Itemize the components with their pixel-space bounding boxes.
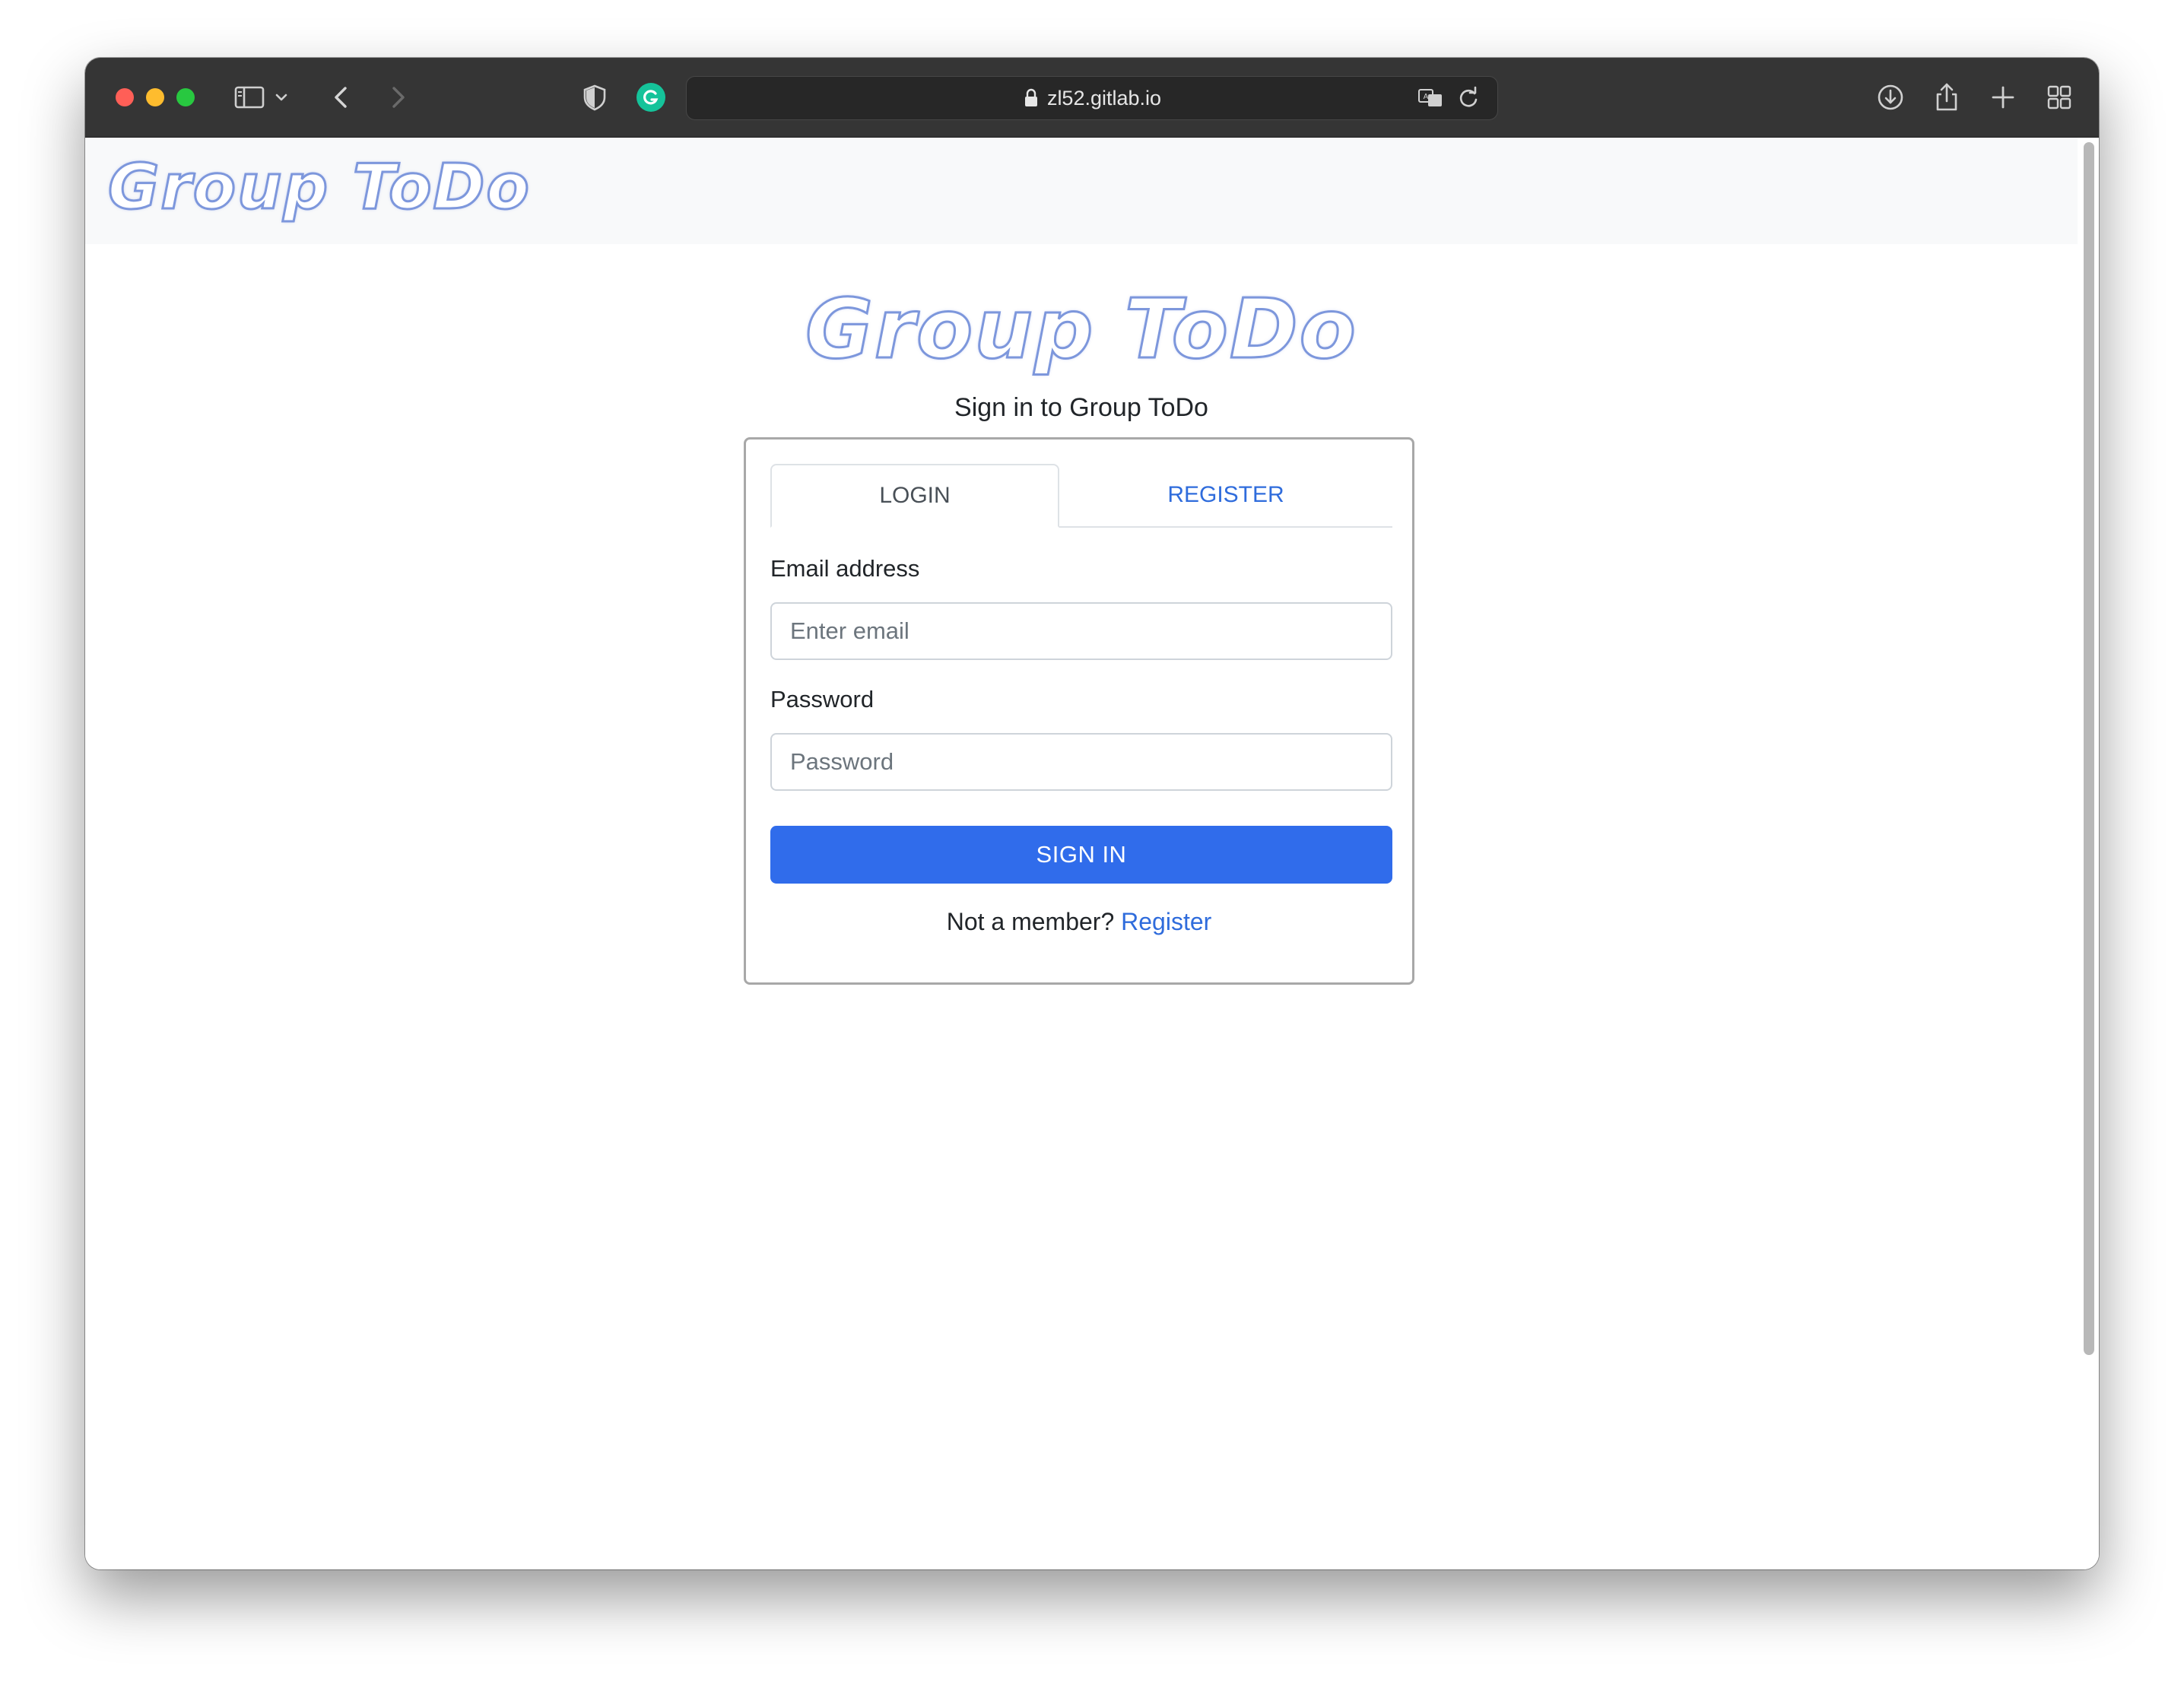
sidebar-icon[interactable] (233, 81, 266, 114)
download-icon[interactable] (1874, 81, 1907, 114)
auth-tabs: LOGIN REGISTER (770, 464, 1392, 528)
password-label: Password (770, 686, 875, 712)
reload-icon[interactable] (1455, 84, 1482, 112)
translate-icon[interactable]: A (1417, 84, 1444, 112)
grammarly-icon[interactable] (634, 81, 668, 114)
email-field[interactable] (770, 602, 1392, 660)
scrollbar-thumb[interactable] (2084, 142, 2094, 1355)
tab-overview-icon[interactable] (2043, 81, 2076, 114)
navbar: Group ToDo (85, 138, 2078, 244)
tab-login[interactable]: LOGIN (770, 464, 1059, 528)
zoom-window-button[interactable] (176, 88, 195, 106)
tab-register[interactable]: REGISTER (1059, 464, 1392, 526)
register-prompt: Not a member? Register (746, 908, 1412, 936)
back-icon[interactable] (325, 81, 359, 114)
shield-icon[interactable] (578, 81, 611, 114)
forward-icon[interactable] (380, 81, 414, 114)
scrollbar[interactable] (2078, 138, 2099, 1569)
browser-window: zl52.gitlab.io A Group ToDo Group ToDo S… (85, 58, 2099, 1569)
sign-in-button[interactable]: SIGN IN (770, 826, 1392, 884)
page-viewport: Group ToDo Group ToDo Sign in to Group T… (85, 138, 2099, 1569)
lock-icon (1023, 88, 1040, 108)
svg-text:A: A (1424, 93, 1429, 101)
password-field[interactable] (770, 733, 1392, 791)
url-text: zl52.gitlab.io (1046, 86, 1162, 109)
navbar-brand[interactable]: Group ToDo (107, 151, 531, 225)
share-icon[interactable] (1930, 81, 1963, 114)
new-tab-icon[interactable] (1986, 81, 2020, 114)
email-label: Email address (770, 555, 920, 582)
register-link[interactable]: Register (1121, 908, 1211, 935)
page-subtitle: Sign in to Group ToDo (954, 393, 1208, 422)
member-prompt-text: Not a member? (946, 908, 1115, 935)
login-card: LOGIN REGISTER Email address Password SI… (744, 437, 1414, 985)
browser-toolbar: zl52.gitlab.io A (85, 58, 2099, 138)
hero-logo: Group ToDo (805, 281, 1357, 379)
address-bar[interactable]: zl52.gitlab.io A (686, 76, 1498, 120)
minimize-window-button[interactable] (146, 88, 164, 106)
close-window-button[interactable] (116, 88, 134, 106)
chevron-down-icon[interactable] (272, 81, 290, 114)
